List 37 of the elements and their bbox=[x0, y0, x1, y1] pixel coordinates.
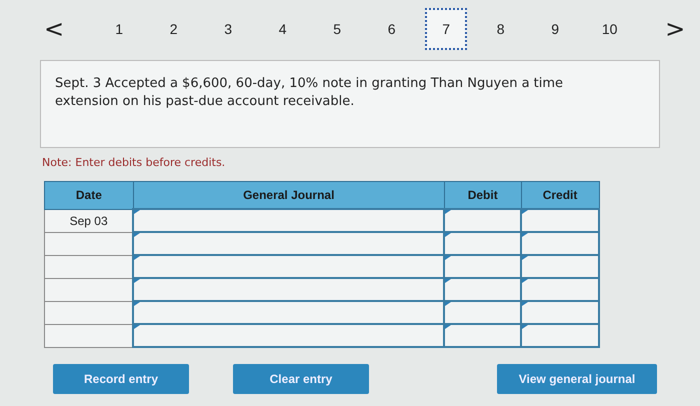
column-header: Credit bbox=[521, 182, 599, 209]
credit-field[interactable] bbox=[521, 278, 599, 301]
account-field[interactable] bbox=[133, 209, 444, 232]
question-text: Sept. 3 Accepted a $6,600, 60-day, 10% note in granting Than Nguyen a time extension on his past-due account receivable. bbox=[55, 75, 564, 111]
page-button[interactable]: 8 bbox=[480, 8, 522, 50]
page-button[interactable]: 1 bbox=[98, 8, 140, 50]
page-button[interactable]: 4 bbox=[262, 8, 304, 50]
page-button[interactable]: 9 bbox=[534, 8, 576, 50]
debit-field[interactable] bbox=[444, 301, 522, 324]
page-button[interactable]: 7 bbox=[425, 8, 468, 50]
column-header: Date bbox=[44, 182, 134, 209]
previous-button[interactable]: < bbox=[40, 15, 68, 43]
page-button[interactable]: 2 bbox=[152, 8, 195, 50]
next-button[interactable]: > bbox=[661, 15, 690, 43]
debit-field[interactable] bbox=[444, 278, 522, 301]
date-cell: Sep 03 bbox=[44, 209, 134, 232]
column-header: Debit bbox=[444, 182, 522, 209]
debit-field[interactable] bbox=[444, 324, 522, 347]
credit-field[interactable] bbox=[521, 255, 599, 278]
account-field[interactable] bbox=[133, 232, 444, 255]
credit-field[interactable] bbox=[521, 324, 599, 347]
credit-field[interactable] bbox=[521, 301, 599, 324]
account-field[interactable] bbox=[133, 301, 444, 324]
debit-field[interactable] bbox=[444, 255, 522, 278]
note-text: Note: Enter debits before credits. bbox=[42, 156, 226, 169]
account-field[interactable] bbox=[133, 255, 444, 278]
account-field[interactable] bbox=[133, 278, 444, 301]
page-button[interactable]: 3 bbox=[207, 8, 250, 50]
account-field[interactable] bbox=[133, 324, 444, 347]
credit-field[interactable] bbox=[521, 232, 599, 255]
page-button[interactable]: 10 bbox=[588, 8, 631, 50]
credit-field[interactable] bbox=[521, 209, 599, 232]
page-button[interactable]: 6 bbox=[370, 8, 413, 50]
debit-field[interactable] bbox=[444, 209, 522, 232]
column-header: General Journal bbox=[133, 182, 444, 209]
debit-field[interactable] bbox=[444, 232, 522, 255]
page-button[interactable]: 5 bbox=[316, 8, 358, 50]
